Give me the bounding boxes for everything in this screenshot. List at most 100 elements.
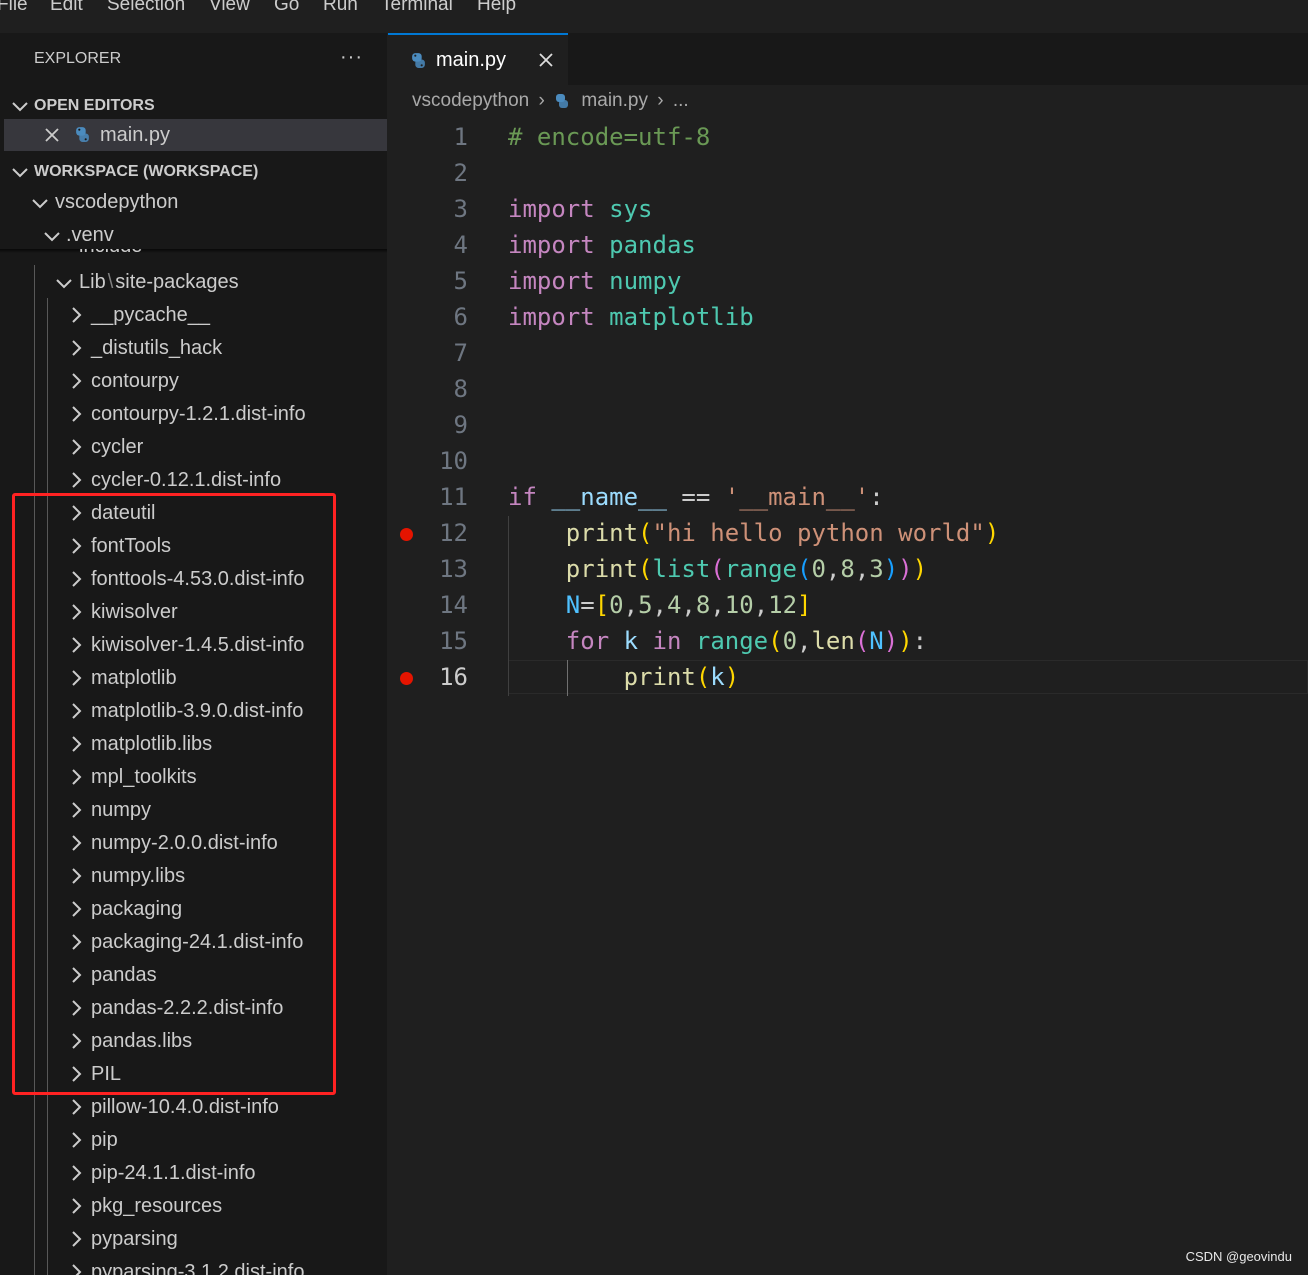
tree-item-label: dateutil <box>91 502 156 524</box>
chevron-right-icon <box>72 439 82 455</box>
tree-item-package[interactable]: pip-24.1.1.dist-info <box>4 1156 387 1189</box>
breadcrumb-more[interactable]: ... <box>673 90 689 111</box>
chevron-right-icon <box>72 1132 82 1148</box>
tree-item-label: pkg_resources <box>91 1195 223 1217</box>
chevron-right-icon <box>72 538 82 554</box>
open-editors-header[interactable]: OPEN EDITORS <box>4 89 387 121</box>
tree-item-package[interactable]: dateutil <box>4 496 387 529</box>
tree-item-package[interactable]: packaging-24.1.dist-info <box>4 925 387 958</box>
line-number: 6 <box>453 303 468 331</box>
chevron-right-icon <box>72 406 82 422</box>
chevron-right-icon <box>72 736 82 752</box>
tab-main-py[interactable]: main.py <box>388 33 568 85</box>
tree-item-package[interactable]: pandas-2.2.2.dist-info <box>4 991 387 1024</box>
code-line: 13 print(list(range(0,8,3))) <box>388 552 1308 588</box>
tree-item-package[interactable]: numpy.libs <box>4 859 387 892</box>
tree-item-package[interactable]: pip <box>4 1123 387 1156</box>
menu-terminal[interactable]: Terminal <box>381 0 453 16</box>
tree-item-package[interactable]: pyparsing <box>4 1222 387 1255</box>
chevron-right-icon <box>72 1033 82 1049</box>
breakpoint-icon[interactable] <box>400 672 413 685</box>
code-line: 5 import numpy <box>388 264 1308 300</box>
code-line: 14 N=[0,5,4,8,10,12] <box>388 588 1308 624</box>
tree-item-package[interactable]: pyparsing-3.1.2.dist-info <box>4 1255 387 1275</box>
code-text: print("hi hello python world") <box>565 519 1000 547</box>
tree-item-label: packaging-24.1.dist-info <box>91 931 304 953</box>
line-number: 15 <box>439 627 468 655</box>
chevron-right-icon <box>72 1000 82 1016</box>
tree-item-package[interactable]: pandas <box>4 958 387 991</box>
tree-item-package[interactable]: __pycache__ <box>4 298 387 331</box>
tree-item-package[interactable]: matplotlib-3.9.0.dist-info <box>4 694 387 727</box>
workspace-label: WORKSPACE (WORKSPACE) <box>34 163 259 180</box>
tree-item-package[interactable]: matplotlib <box>4 661 387 694</box>
menu-edit[interactable]: Edit <box>50 0 83 16</box>
workspace-header[interactable]: WORKSPACE (WORKSPACE) <box>4 155 387 187</box>
tree-item-package[interactable]: _distutils_hack <box>4 331 387 364</box>
chevron-down-icon <box>12 168 28 178</box>
menu-selection[interactable]: Selection <box>107 0 185 16</box>
chevron-right-icon <box>72 1198 82 1214</box>
chevron-right-icon <box>72 967 82 983</box>
menu-go[interactable]: Go <box>274 0 299 16</box>
tree-item-package[interactable]: pandas.libs <box>4 1024 387 1057</box>
menu-file[interactable]: File <box>0 0 28 16</box>
tree-item-package[interactable]: fonttools-4.53.0.dist-info <box>4 562 387 595</box>
menu-help[interactable]: Help <box>477 0 516 16</box>
code-line: 7 <box>388 336 1308 372</box>
chevron-right-icon <box>72 670 82 686</box>
chevron-right-icon <box>72 934 82 950</box>
folder-include[interactable]: include <box>4 249 387 259</box>
code-line: 10 <box>388 444 1308 480</box>
tab-label: main.py <box>436 49 507 71</box>
tree-item-label: matplotlib.libs <box>91 733 213 755</box>
breadcrumb-folder[interactable]: vscodepython <box>412 90 529 111</box>
chevron-right-icon <box>72 703 82 719</box>
breadcrumb: vscodepython › main.py › ... <box>412 90 689 116</box>
line-number: 3 <box>453 195 468 223</box>
chevron-right-icon <box>72 472 82 488</box>
tree-item-label: pillow-10.4.0.dist-info <box>91 1096 279 1118</box>
chevron-right-icon <box>72 835 82 851</box>
open-editor-label: main.py <box>100 124 171 146</box>
tree-item-package[interactable]: contourpy <box>4 364 387 397</box>
folder-label: include <box>79 249 142 258</box>
tree-item-package[interactable]: mpl_toolkits <box>4 760 387 793</box>
menu-view[interactable]: View <box>209 0 250 16</box>
folder-label: .venv <box>66 224 114 246</box>
code-text: import numpy <box>508 267 682 295</box>
breakpoint-icon[interactable] <box>400 528 413 541</box>
folder-lib-site-packages[interactable]: Lib \ site-packages <box>4 265 387 298</box>
close-icon[interactable] <box>44 127 60 143</box>
line-number: 5 <box>453 267 468 295</box>
code-line: 4 import pandas <box>388 228 1308 264</box>
tree-item-package[interactable]: PIL <box>4 1057 387 1090</box>
tree-item-package[interactable]: kiwisolver-1.4.5.dist-info <box>4 628 387 661</box>
tree-item-label: fonttools-4.53.0.dist-info <box>91 568 305 590</box>
code-line: 6 import matplotlib <box>388 300 1308 336</box>
tree-item-package[interactable]: numpy <box>4 793 387 826</box>
ellipsis-icon[interactable]: ··· <box>340 46 363 69</box>
line-number: 9 <box>453 411 468 439</box>
menu-run[interactable]: Run <box>323 0 358 16</box>
tree-item-label: pyparsing <box>91 1228 178 1250</box>
tree-item-package[interactable]: matplotlib.libs <box>4 727 387 760</box>
tree-item-package[interactable]: fontTools <box>4 529 387 562</box>
tree-item-label: pandas-2.2.2.dist-info <box>91 997 284 1019</box>
tab-bar: main.py <box>388 33 1308 85</box>
tree-item-package[interactable]: pkg_resources <box>4 1189 387 1222</box>
tree-item-package[interactable]: cycler <box>4 430 387 463</box>
tree-item-label: pip <box>91 1129 118 1151</box>
open-editor-item[interactable]: main.py <box>4 119 387 151</box>
breadcrumb-file[interactable]: main.py <box>581 90 648 111</box>
tree-item-package[interactable]: numpy-2.0.0.dist-info <box>4 826 387 859</box>
tree-item-package[interactable]: pillow-10.4.0.dist-info <box>4 1090 387 1123</box>
folder-vscodepython[interactable]: vscodepython <box>4 185 387 218</box>
tree-item-package[interactable]: contourpy-1.2.1.dist-info <box>4 397 387 430</box>
open-editors-label: OPEN EDITORS <box>34 97 155 114</box>
tree-item-package[interactable]: packaging <box>4 892 387 925</box>
tree-item-package[interactable]: kiwisolver <box>4 595 387 628</box>
close-icon[interactable] <box>538 52 554 68</box>
tree-item-package[interactable]: cycler-0.12.1.dist-info <box>4 463 387 496</box>
folder-venv[interactable]: .venv <box>4 218 387 249</box>
